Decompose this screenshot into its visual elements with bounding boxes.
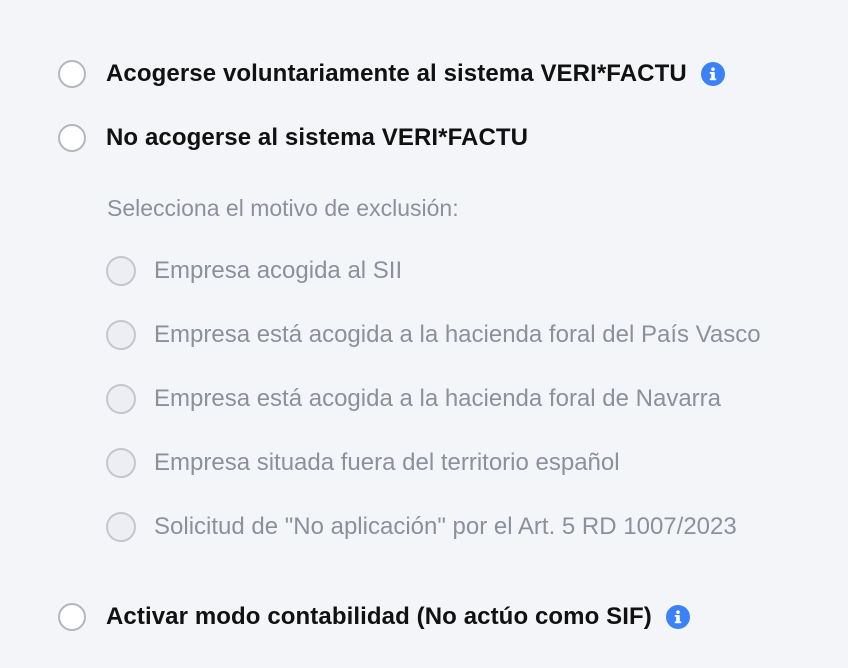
option-accounting-mode-label[interactable]: Activar modo contabilidad (No actúo como… (106, 603, 652, 631)
radio-accounting-mode[interactable] (58, 603, 86, 631)
exclusion-reason-outside-spain[interactable]: Empresa situada fuera del territorio esp… (106, 446, 620, 480)
exclusion-reason-label[interactable]: Empresa acogida al SII (154, 257, 402, 285)
info-icon[interactable] (700, 62, 725, 86)
exclusion-reason-no-aplicacion[interactable]: Solicitud de "No aplicación" por el Art.… (106, 510, 737, 544)
exclusion-title: Selecciona el motivo de exclusión: (107, 195, 459, 221)
radio-exclusion-sii[interactable] (106, 256, 136, 286)
exclusion-reason-label[interactable]: Empresa situada fuera del territorio esp… (154, 449, 620, 477)
exclusion-reason-label[interactable]: Empresa está acogida a la hacienda foral… (154, 321, 761, 349)
radio-exclusion-outside-spain[interactable] (106, 448, 136, 478)
exclusion-reason-navarra[interactable]: Empresa está acogida a la hacienda foral… (106, 382, 721, 416)
exclusion-reason-sii[interactable]: Empresa acogida al SII (106, 254, 402, 288)
radio-exclusion-pais-vasco[interactable] (106, 320, 136, 350)
option-not-join-label[interactable]: No acogerse al sistema VERI*FACTU (106, 124, 528, 152)
option-not-join[interactable]: No acogerse al sistema VERI*FACTU (58, 121, 528, 155)
exclusion-reason-label[interactable]: Solicitud de "No aplicación" por el Art.… (154, 513, 737, 541)
radio-exclusion-navarra[interactable] (106, 384, 136, 414)
exclusion-reason-label[interactable]: Empresa está acogida a la hacienda foral… (154, 385, 721, 413)
info-icon-glyph (674, 610, 682, 624)
radio-exclusion-no-aplicacion[interactable] (106, 512, 136, 542)
exclusion-reason-pais-vasco[interactable]: Empresa está acogida a la hacienda foral… (106, 318, 761, 352)
option-accounting-mode[interactable]: Activar modo contabilidad (No actúo como… (58, 600, 690, 634)
option-voluntary-label[interactable]: Acogerse voluntariamente al sistema VERI… (106, 60, 687, 88)
radio-voluntary[interactable] (58, 60, 86, 88)
radio-not-join[interactable] (58, 124, 86, 152)
info-icon[interactable] (665, 605, 690, 629)
info-icon-glyph (709, 67, 716, 81)
option-voluntary[interactable]: Acogerse voluntariamente al sistema VERI… (58, 57, 725, 91)
